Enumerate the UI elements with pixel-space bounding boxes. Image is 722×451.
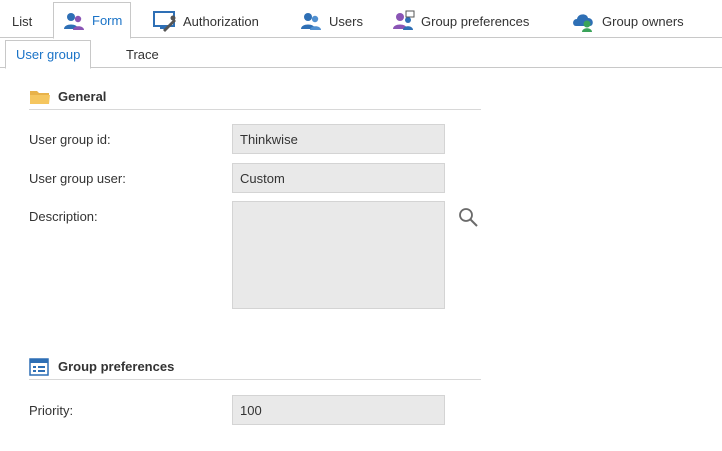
- priority-field[interactable]: 100: [232, 395, 445, 425]
- priority-label: Priority:: [29, 403, 74, 418]
- description-label: Description:: [29, 209, 98, 224]
- user-group-user-label: User group user:: [29, 171, 126, 186]
- authorization-icon: [153, 9, 177, 33]
- user-group-id-field[interactable]: Thinkwise: [232, 124, 445, 154]
- sub-tab-bar: User group Trace: [0, 38, 722, 69]
- section-group-preferences-header: Group preferences: [29, 354, 481, 380]
- tab-label: Trace: [126, 46, 159, 62]
- list-window-icon: [29, 357, 51, 376]
- tab-label: List: [12, 13, 33, 29]
- description-field[interactable]: [232, 201, 445, 309]
- folder-icon: [29, 88, 51, 106]
- section-title: Group preferences: [58, 359, 175, 374]
- tab-group-preferences[interactable]: Group preferences: [391, 4, 529, 38]
- app-window: List Form Authorization Users Group pref…: [0, 0, 722, 451]
- tab-users[interactable]: Users: [299, 4, 363, 38]
- tab-label: Users: [329, 13, 363, 29]
- users-icon: [299, 9, 323, 33]
- section-general-header: General: [29, 84, 481, 110]
- tab-group-owners[interactable]: Group owners: [572, 4, 684, 38]
- tab-label: Group owners: [602, 13, 684, 29]
- user-group-user-field[interactable]: Custom: [232, 163, 445, 193]
- tab-label: Form: [92, 13, 123, 28]
- search-icon[interactable]: [457, 206, 479, 228]
- tab-label: User group: [16, 47, 81, 62]
- tab-label: Authorization: [183, 13, 259, 29]
- users-form-icon: [62, 9, 86, 33]
- tab-user-group[interactable]: User group: [5, 40, 92, 69]
- section-title: General: [58, 89, 107, 104]
- tab-list[interactable]: List: [12, 4, 32, 38]
- tab-trace[interactable]: Trace: [116, 40, 169, 68]
- field-value: Thinkwise: [240, 131, 298, 147]
- top-tab-bar: List Form Authorization Users Group pref…: [0, 0, 722, 39]
- tab-form[interactable]: Form: [53, 2, 132, 39]
- group-preferences-icon: [391, 9, 415, 33]
- field-value: 100: [240, 402, 262, 418]
- tab-label: Group preferences: [421, 13, 530, 29]
- field-value: Custom: [240, 170, 285, 186]
- user-group-id-label: User group id:: [29, 132, 111, 147]
- group-owners-icon: [572, 9, 596, 33]
- tab-authorization[interactable]: Authorization: [153, 4, 259, 38]
